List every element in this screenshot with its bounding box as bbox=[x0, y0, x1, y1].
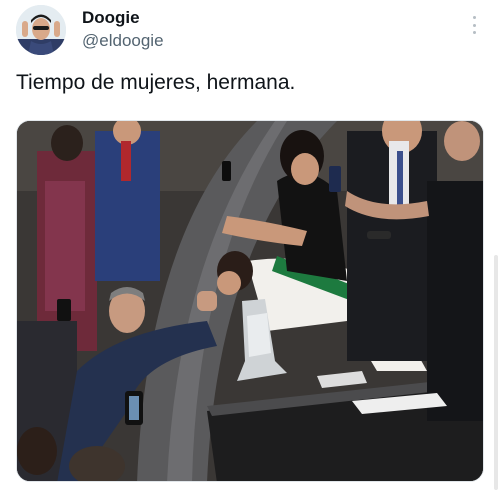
avatar-image bbox=[16, 5, 66, 55]
post-photo[interactable] bbox=[16, 120, 484, 482]
more-options-icon[interactable] bbox=[466, 14, 482, 36]
more-dot bbox=[472, 23, 476, 27]
photo-image bbox=[17, 121, 483, 481]
post-card[interactable]: Doogie @eldoogie Tiempo de mujeres, herm… bbox=[0, 0, 500, 496]
post-text: Tiempo de mujeres, hermana. bbox=[16, 71, 296, 94]
more-dot bbox=[472, 31, 476, 34]
scrollbar[interactable] bbox=[494, 255, 498, 490]
author-display-name[interactable]: Doogie bbox=[82, 8, 140, 28]
more-dot bbox=[472, 16, 476, 19]
author-handle[interactable]: @eldoogie bbox=[82, 31, 164, 51]
avatar[interactable] bbox=[16, 5, 66, 55]
